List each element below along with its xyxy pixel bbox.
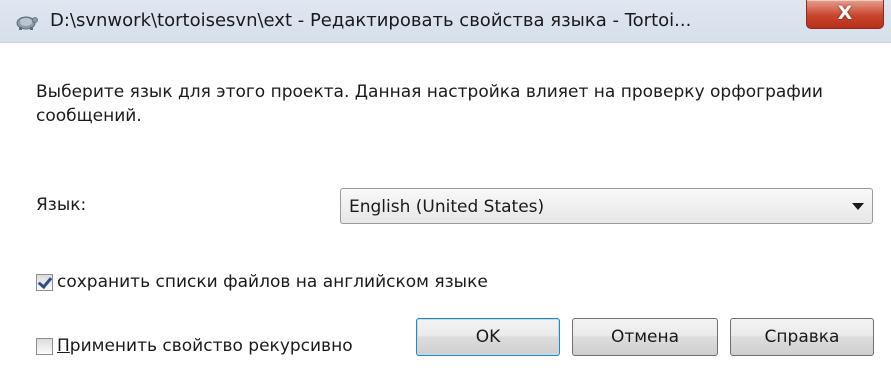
ok-button[interactable]: OK bbox=[416, 318, 560, 356]
language-label: Язык: bbox=[36, 195, 87, 215]
recursive-checkbox[interactable] bbox=[36, 337, 53, 355]
keep-filelist-option[interactable]: сохранить списки файлов на английском яз… bbox=[36, 272, 488, 292]
help-button[interactable]: Справка bbox=[730, 318, 874, 356]
close-icon: X bbox=[837, 2, 853, 24]
keep-filelist-label: сохранить списки файлов на английском яз… bbox=[57, 272, 488, 292]
language-select[interactable]: English (United States) bbox=[340, 188, 873, 224]
dialog-window: D:\svnwork\tortoisesvn\ext - Редактирова… bbox=[0, 0, 891, 382]
title-bar[interactable]: D:\svnwork\tortoisesvn\ext - Редактирова… bbox=[0, 0, 891, 43]
dialog-description: Выберите язык для этого проекта. Данная … bbox=[36, 82, 823, 126]
cancel-button[interactable]: Отмена bbox=[572, 318, 718, 356]
close-button[interactable]: X bbox=[806, 0, 884, 29]
language-select-value: English (United States) bbox=[349, 197, 545, 217]
window-title: D:\svnwork\tortoisesvn\ext - Редактирова… bbox=[50, 10, 692, 31]
recursive-label: Применить свойство рекурсивно bbox=[57, 336, 353, 356]
keep-filelist-checkbox[interactable] bbox=[36, 273, 53, 291]
recursive-option[interactable]: Применить свойство рекурсивно bbox=[36, 336, 353, 356]
tortoisesvn-icon bbox=[16, 16, 38, 30]
chevron-down-icon bbox=[852, 203, 864, 210]
